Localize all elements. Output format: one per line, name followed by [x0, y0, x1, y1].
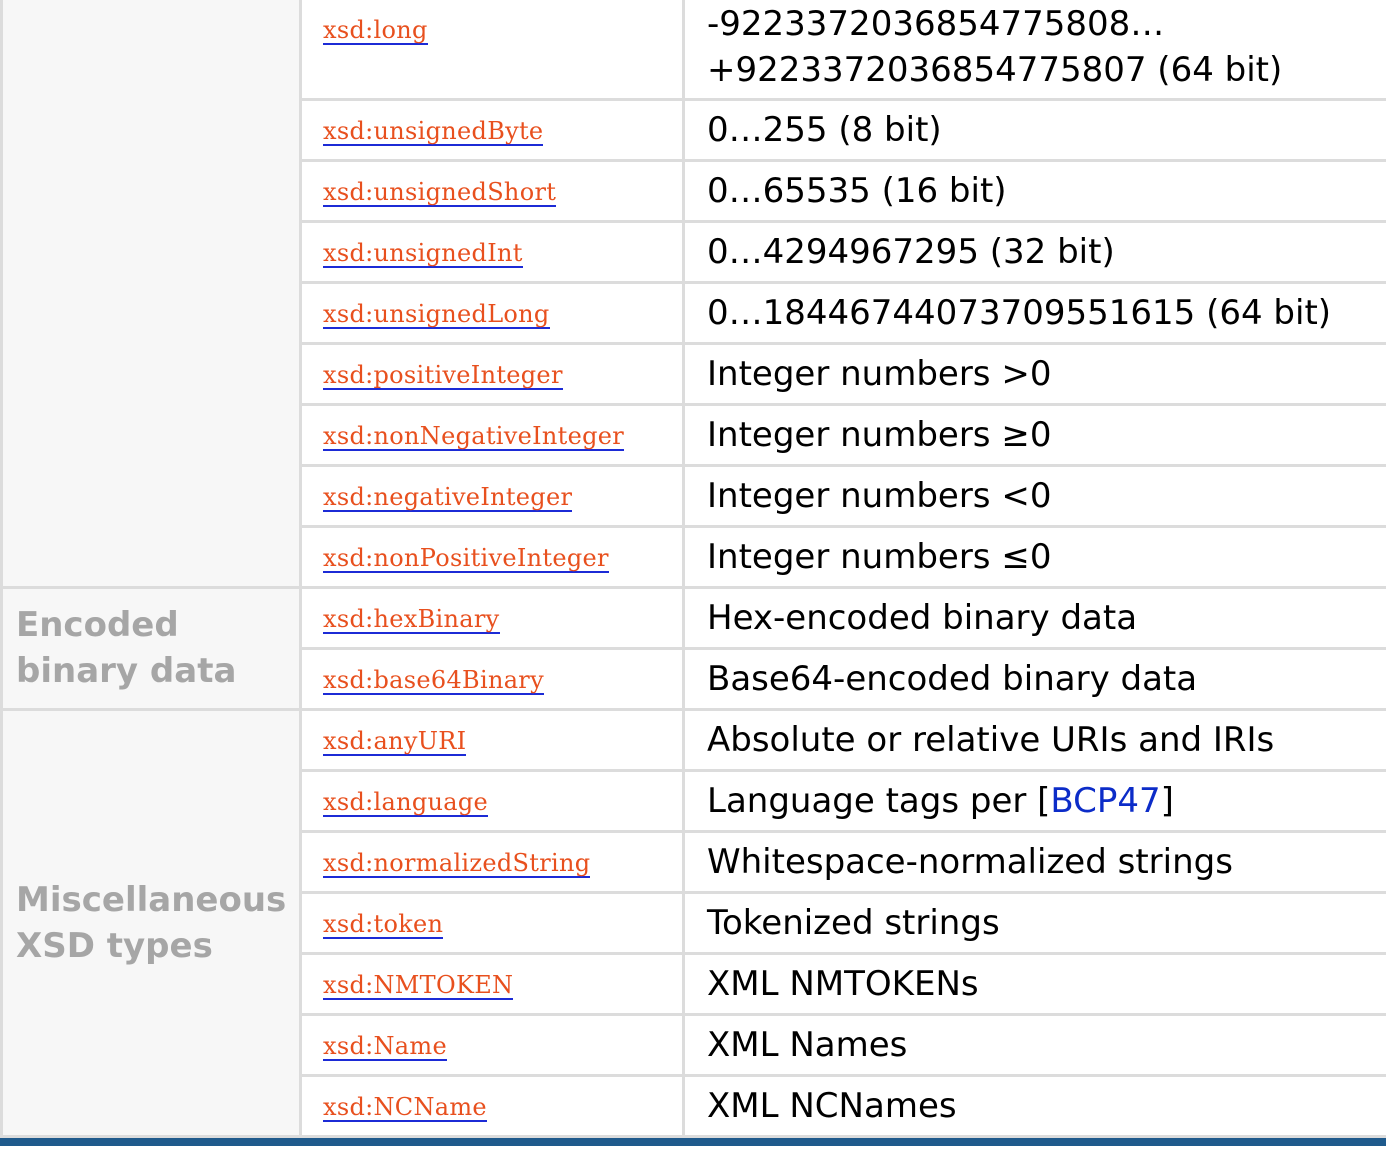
description-cell: Absolute or relative URIs and IRIs: [682, 707, 1386, 772]
description-text: Hex-encoded binary data: [707, 597, 1138, 638]
description-cell: -9223372036854775808… +92233720368547758…: [682, 0, 1386, 101]
description-cell: Base64-encoded binary data: [682, 646, 1386, 711]
xsd-types-table: xsd:long -9223372036854775808… +92233720…: [0, 0, 1386, 1138]
type-link-anyuri[interactable]: xsd:anyURI: [323, 728, 467, 756]
type-link-unsignedint[interactable]: xsd:unsignedInt: [323, 240, 523, 268]
range-min: -9223372036854775808…: [707, 4, 1165, 44]
type-cell: xsd:unsignedLong: [299, 280, 685, 345]
description-text: Absolute or relative URIs and IRIs: [707, 719, 1275, 760]
type-link-negativeinteger[interactable]: xsd:negativeInteger: [323, 484, 573, 512]
table-row: Encoded binary data xsd:hexBinary Hex-en…: [0, 585, 1386, 711]
type-cell: xsd:anyURI: [299, 707, 685, 772]
group-label-encoded-binary: Encoded binary data: [0, 585, 302, 711]
type-link-normalizedstring[interactable]: xsd:normalizedString: [323, 850, 591, 878]
type-link-base64binary[interactable]: xsd:base64Binary: [323, 667, 544, 695]
table-row: Miscellaneous XSD types xsd:anyURI Absol…: [0, 707, 1386, 1138]
group-label-line1: Encoded: [16, 605, 179, 645]
description-cell: Integer numbers ≥0: [682, 402, 1386, 467]
type-cell: xsd:positiveInteger: [299, 341, 685, 406]
bcp47-reference-link[interactable]: BCP47: [1050, 781, 1160, 821]
description-text: Base64-encoded binary data: [707, 658, 1198, 699]
description-text: 0…255 (8 bit): [707, 109, 942, 150]
description-cell: XML NCNames: [682, 1073, 1386, 1138]
type-cell: xsd:long: [299, 0, 685, 101]
group-cell-integers: [0, 0, 302, 589]
type-link-name[interactable]: xsd:Name: [323, 1033, 447, 1061]
type-cell: xsd:negativeInteger: [299, 463, 685, 528]
type-cell: xsd:unsignedInt: [299, 219, 685, 284]
description-cell: Tokenized strings: [682, 890, 1386, 955]
group-label-line2: XSD types: [16, 925, 213, 966]
type-link-hexbinary[interactable]: xsd:hexBinary: [323, 606, 500, 634]
description-cell: Integer numbers ≤0: [682, 524, 1386, 589]
group-label-line1: Miscellaneous: [16, 879, 287, 920]
type-cell: xsd:nonNegativeInteger: [299, 402, 685, 467]
description-cell: Language tags per [BCP47]: [682, 768, 1386, 833]
type-cell: xsd:token: [299, 890, 685, 955]
type-cell: xsd:hexBinary: [299, 585, 685, 650]
description-cell: Integer numbers >0: [682, 341, 1386, 406]
type-link-token[interactable]: xsd:token: [323, 911, 444, 939]
description-text: XML NMTOKENs: [707, 963, 979, 1004]
type-link-nmtoken[interactable]: xsd:NMTOKEN: [323, 972, 514, 1000]
description-text: Language tags per [BCP47]: [707, 778, 1386, 824]
description-text: XML NCNames: [707, 1085, 957, 1126]
type-cell: xsd:normalizedString: [299, 829, 685, 894]
description-text: XML Names: [707, 1024, 908, 1065]
range-max: +9223372036854775807 (64 bit): [707, 50, 1283, 90]
group-label-line2: binary data: [16, 651, 237, 691]
type-cell: xsd:NCName: [299, 1073, 685, 1138]
type-cell: xsd:base64Binary: [299, 646, 685, 711]
type-cell: xsd:NMTOKEN: [299, 951, 685, 1016]
description-cell: XML NMTOKENs: [682, 951, 1386, 1016]
description-cell: 0…255 (8 bit): [682, 97, 1386, 162]
description-text: Tokenized strings: [707, 902, 1000, 943]
type-link-long[interactable]: xsd:long: [323, 17, 428, 45]
description-cell: 0…18446744073709551615 (64 bit): [682, 280, 1386, 345]
description-text: -9223372036854775808… +92233720368547758…: [707, 1, 1386, 93]
description-cell: Hex-encoded binary data: [682, 585, 1386, 650]
type-link-unsignedlong[interactable]: xsd:unsignedLong: [323, 301, 550, 329]
type-cell: xsd:unsignedShort: [299, 158, 685, 223]
description-suffix: ]: [1160, 780, 1174, 821]
description-text: Integer numbers <0: [707, 475, 1052, 516]
description-cell: Whitespace-normalized strings: [682, 829, 1386, 894]
description-text: Integer numbers ≤0: [707, 536, 1052, 577]
description-text: 0…18446744073709551615 (64 bit): [707, 292, 1332, 333]
type-link-unsignedbyte[interactable]: xsd:unsignedByte: [323, 118, 544, 146]
type-cell: xsd:language: [299, 768, 685, 833]
description-cell: XML Names: [682, 1012, 1386, 1077]
table-bottom-rule: [0, 1138, 1386, 1146]
description-text: 0…4294967295 (32 bit): [707, 231, 1115, 272]
type-link-unsignedshort[interactable]: xsd:unsignedShort: [323, 179, 557, 207]
description-cell: Integer numbers <0: [682, 463, 1386, 528]
type-cell: xsd:nonPositiveInteger: [299, 524, 685, 589]
table-row: xsd:long -9223372036854775808… +92233720…: [0, 0, 1386, 589]
type-link-positiveinteger[interactable]: xsd:positiveInteger: [323, 362, 563, 390]
type-link-language[interactable]: xsd:language: [323, 789, 489, 817]
type-link-ncname[interactable]: xsd:NCName: [323, 1094, 487, 1122]
group-label-misc-xsd-types: Miscellaneous XSD types: [0, 707, 302, 1138]
type-cell: xsd:unsignedByte: [299, 97, 685, 162]
description-prefix: Language tags per [: [707, 780, 1051, 821]
type-link-nonnegativeinteger[interactable]: xsd:nonNegativeInteger: [323, 423, 625, 451]
type-cell: xsd:Name: [299, 1012, 685, 1077]
description-cell: 0…4294967295 (32 bit): [682, 219, 1386, 284]
description-text: Integer numbers >0: [707, 353, 1052, 394]
description-text: 0…65535 (16 bit): [707, 170, 1007, 211]
description-text: Integer numbers ≥0: [707, 414, 1052, 455]
description-text: Whitespace-normalized strings: [707, 841, 1233, 882]
description-cell: 0…65535 (16 bit): [682, 158, 1386, 223]
type-link-nonpositiveinteger[interactable]: xsd:nonPositiveInteger: [323, 545, 609, 573]
